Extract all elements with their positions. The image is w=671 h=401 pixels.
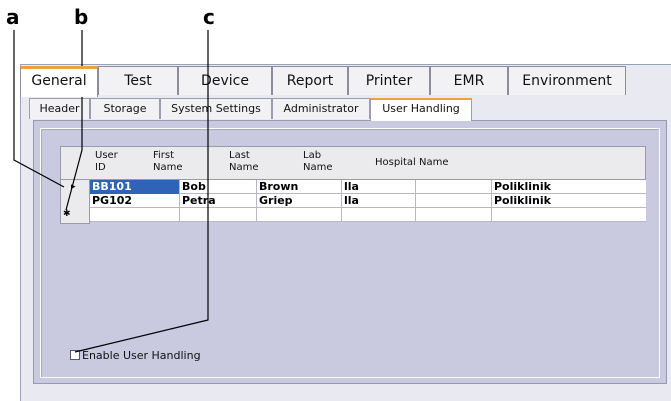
tab-report[interactable]: Report [272,66,348,95]
callout-label-b: b [74,5,89,29]
col-header-lab-name-line2: Name [303,162,333,173]
tab-printer[interactable]: Printer [348,66,430,95]
cell-hospital-value[interactable]: Poliklinik [492,194,646,208]
tab-device[interactable]: Device [178,66,272,95]
grid-header: User ID First Name Last Name Lab Name Ho… [60,146,646,180]
col-header-hospital-name[interactable]: Hospital Name [375,157,448,169]
callout-label-a: a [6,5,20,29]
cell-lab-name[interactable] [342,208,416,222]
cell-user-id[interactable]: PG102 [90,194,180,208]
callout-label-c: c [203,5,215,29]
cell-user-id[interactable] [90,208,180,222]
enable-user-handling-checkbox[interactable] [70,350,80,360]
cell-first-name[interactable]: Petra [180,194,257,208]
new-table-row[interactable] [90,208,646,222]
enable-user-handling-label: Enable User Handling [82,349,201,362]
new-row-asterisk-icon: ✱ [63,209,71,219]
cell-hospital-value[interactable] [492,208,646,222]
col-header-lab-name[interactable]: Lab Name [303,150,333,174]
cell-lab-name[interactable]: lla [342,194,416,208]
subtab-storage[interactable]: Storage [90,98,160,119]
col-header-user-id-line1: User [95,150,118,161]
tab-emr[interactable]: EMR [430,66,508,95]
tab-general[interactable]: General [20,66,98,97]
current-row-pointer-icon: ▸ [71,182,76,192]
main-tab-bar: General Test Device Report Printer EMR E… [20,66,670,97]
cell-hospital-name[interactable] [416,208,492,222]
table-row[interactable]: BB101 Bob Brown lla Poliklinik [90,180,646,194]
table-row[interactable]: PG102 Petra Griep lla Poliklinik [90,194,646,208]
tab-test[interactable]: Test [98,66,178,95]
cell-hospital-name[interactable] [416,180,492,194]
col-header-first-name-line2: Name [153,162,183,173]
col-header-user-id[interactable]: User ID [95,150,118,174]
cell-lab-name[interactable]: lla [342,180,416,194]
subtab-administrator[interactable]: Administrator [272,98,370,119]
col-header-lab-name-line1: Lab [303,150,322,161]
col-header-user-id-line2: ID [95,162,106,173]
cell-last-name[interactable]: Brown [257,180,342,194]
cell-hospital-value[interactable]: Poliklinik [492,180,646,194]
cell-last-name[interactable]: Griep [257,194,342,208]
cell-user-id[interactable]: BB101 [90,180,180,194]
sub-tab-bar: Header Storage System Settings Administr… [29,98,669,121]
col-header-first-name-line1: First [153,150,175,161]
cell-first-name[interactable]: Bob [180,180,257,194]
row-selector-column: ▸ ✱ [60,180,90,224]
col-header-hospital-name-line1: Hospital Name [375,157,449,168]
col-header-first-name[interactable]: First Name [153,150,183,174]
subtab-system-settings[interactable]: System Settings [160,98,272,119]
col-header-last-name-line1: Last [229,150,250,161]
col-header-last-name[interactable]: Last Name [229,150,259,174]
cell-last-name[interactable] [257,208,342,222]
cell-first-name[interactable] [180,208,257,222]
subtab-header[interactable]: Header [29,98,90,119]
tab-environment[interactable]: Environment [508,66,626,95]
cell-hospital-name[interactable] [416,194,492,208]
subtab-user-handling[interactable]: User Handling [370,98,472,121]
col-header-last-name-line2: Name [229,162,259,173]
